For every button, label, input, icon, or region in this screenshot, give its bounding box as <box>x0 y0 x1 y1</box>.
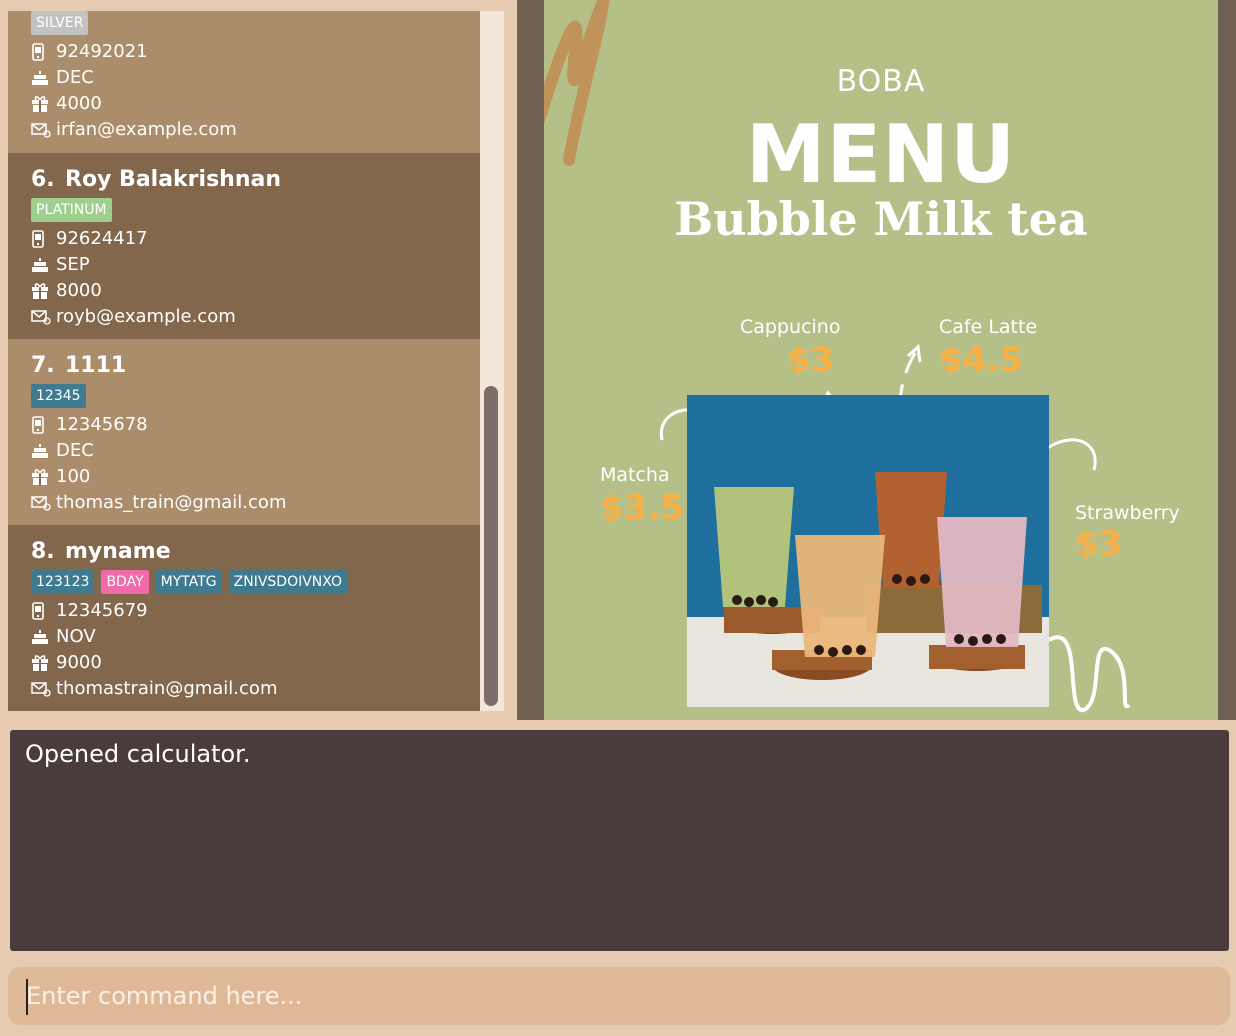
drink-name-strawberry: Strawberry <box>1075 502 1180 524</box>
contact-card[interactable]: 6. Roy Balakrishnan PLATINUM 92624417 SEP… <box>8 153 480 339</box>
birthday-value: DEC <box>56 67 94 88</box>
command-input[interactable] <box>26 975 1216 1017</box>
phone-value: 12345679 <box>56 600 148 621</box>
tag-badge: SILVER <box>31 11 89 35</box>
phone-icon <box>31 602 49 620</box>
email-row: irfan@example.com <box>31 117 480 143</box>
birthday-row: DEC <box>31 65 480 91</box>
points-row: 100 <box>31 464 480 490</box>
birthday-row: NOV <box>31 624 480 650</box>
tag-list: PLATINUM <box>31 198 480 224</box>
mail-icon <box>31 495 51 511</box>
gift-icon <box>31 654 49 672</box>
cake-icon <box>31 69 49 87</box>
contact-index: 7. <box>31 353 55 378</box>
menu-image: BOBA MENU Bubble Milk tea Cappucino $3 C… <box>544 0 1218 720</box>
phone-value: 92492021 <box>56 41 148 62</box>
cake-icon <box>31 628 49 646</box>
phone-icon <box>31 230 49 248</box>
contact-card[interactable]: 7. 1111 12345 12345678 DEC 100 thomas_tra… <box>8 339 480 525</box>
list-scrollbar[interactable] <box>484 386 498 706</box>
phone-row: 92492021 <box>31 39 480 65</box>
drink-price-matcha: $3.5 <box>600 488 684 528</box>
gift-icon <box>31 468 49 486</box>
birthday-value: DEC <box>56 440 94 461</box>
gift-icon <box>31 95 49 113</box>
phone-row: 92624417 <box>31 226 480 252</box>
phone-icon <box>31 43 49 61</box>
points-row: 4000 <box>31 91 480 117</box>
email-value: thomastrain@gmail.com <box>56 678 278 699</box>
phone-row: 12345679 <box>31 598 480 624</box>
phone-icon <box>31 416 49 434</box>
image-panel: BOBA MENU Bubble Milk tea Cappucino $3 C… <box>517 0 1236 720</box>
contact-card[interactable]: SILVER 92492021 DEC 4000 irfan@example.c… <box>8 11 480 153</box>
points-value: 9000 <box>56 652 102 673</box>
cake-icon <box>31 256 49 274</box>
contact-index: 8. <box>31 539 55 564</box>
email-row: thomastrain@gmail.com <box>31 676 480 702</box>
points-value: 8000 <box>56 280 102 301</box>
cake-icon <box>31 442 49 460</box>
phone-value: 12345678 <box>56 414 148 435</box>
poster-subtitle: Bubble Milk tea <box>674 192 1088 246</box>
email-value: irfan@example.com <box>56 119 237 140</box>
birthday-value: SEP <box>56 254 90 275</box>
tag-badge: 12345 <box>31 384 86 408</box>
points-row: 8000 <box>31 278 480 304</box>
drink-price-cafe-latte: $4.5 <box>939 340 1023 380</box>
tag-badge: MYTATG <box>155 570 222 594</box>
drink-name-matcha: Matcha <box>600 464 670 486</box>
result-text: Opened calculator. <box>25 740 251 768</box>
tag-list: SILVER <box>31 11 480 37</box>
tag-list: 12345 <box>31 384 480 410</box>
drink-name-cappucino: Cappucino <box>740 316 841 338</box>
drink-price-strawberry: $3 <box>1075 524 1123 564</box>
tag-badge: PLATINUM <box>31 198 112 222</box>
contact-card[interactable]: 8. myname 123123 BDAY MYTATG ZNIVSDOIVNXO 12… <box>8 525 480 711</box>
email-row: royb@example.com <box>31 304 480 330</box>
poster-boba-text: BOBA <box>836 64 926 99</box>
email-value: thomas_train@gmail.com <box>56 492 287 513</box>
contact-name: myname <box>65 539 171 564</box>
contact-list[interactable]: SILVER 92492021 DEC 4000 irfan@example.c… <box>8 11 504 711</box>
birthday-value: NOV <box>56 626 96 647</box>
tag-badge: 123123 <box>31 570 95 594</box>
points-row: 9000 <box>31 650 480 676</box>
email-row: thomas_train@gmail.com <box>31 490 480 516</box>
points-value: 100 <box>56 466 91 487</box>
phone-row: 12345678 <box>31 412 480 438</box>
contact-title: 7. 1111 <box>31 351 480 381</box>
mail-icon <box>31 681 51 697</box>
contact-name: Roy Balakrishnan <box>65 167 282 192</box>
contact-title: 8. myname <box>31 537 480 567</box>
phone-value: 92624417 <box>56 228 148 249</box>
contact-index: 6. <box>31 167 55 192</box>
command-box[interactable] <box>8 967 1230 1025</box>
drinks-photo <box>687 395 1049 707</box>
birthday-row: SEP <box>31 252 480 278</box>
poster-title: MENU <box>745 108 1017 201</box>
email-value: royb@example.com <box>56 306 236 327</box>
mail-icon <box>31 309 51 325</box>
tag-list: 123123 BDAY MYTATG ZNIVSDOIVNXO <box>31 570 480 596</box>
gift-icon <box>31 282 49 300</box>
tag-badge: ZNIVSDOIVNXO <box>228 570 347 594</box>
result-display: Opened calculator. <box>10 730 1229 951</box>
contact-title: 6. Roy Balakrishnan <box>31 165 480 195</box>
mail-icon <box>31 122 51 138</box>
contact-name: 1111 <box>65 353 127 378</box>
points-value: 4000 <box>56 93 102 114</box>
birthday-row: DEC <box>31 438 480 464</box>
tag-badge: BDAY <box>101 570 149 594</box>
drink-name-cafe-latte: Cafe Latte <box>939 316 1038 338</box>
drink-price-cappucino: $3 <box>787 340 835 380</box>
